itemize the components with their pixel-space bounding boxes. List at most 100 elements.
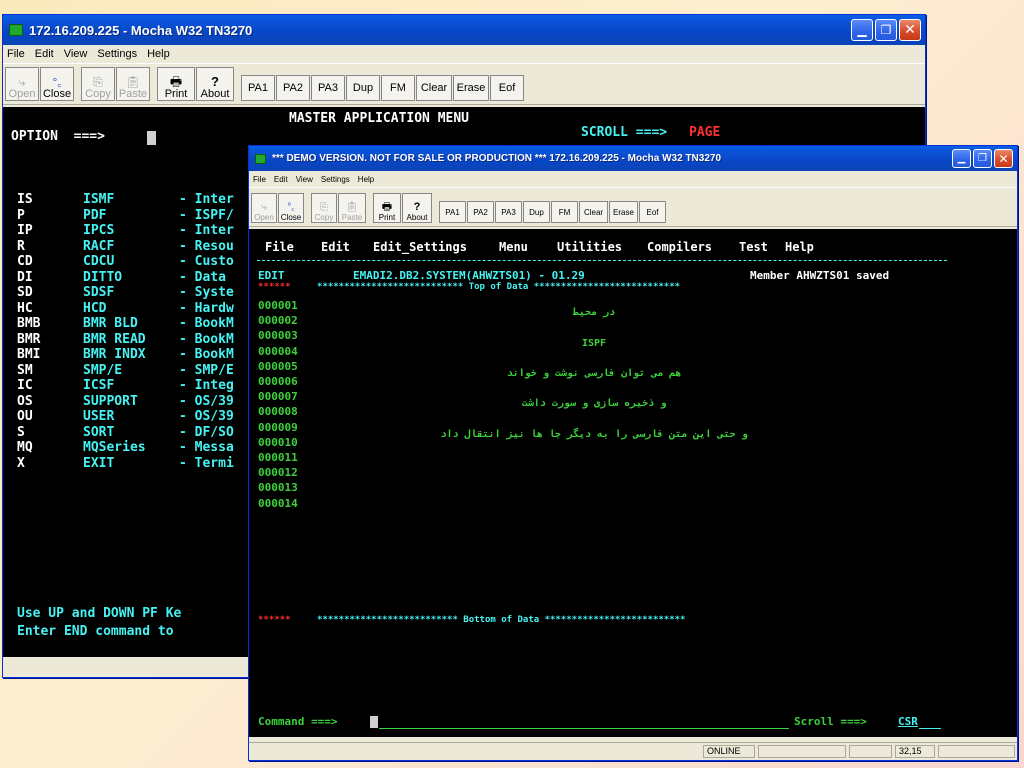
menu-file[interactable]: File: [253, 175, 266, 184]
eof-key[interactable]: Eof: [639, 201, 666, 223]
menu-edit[interactable]: Edit: [274, 175, 288, 184]
pa1-key[interactable]: PA1: [439, 201, 466, 223]
minimize-button[interactable]: ▁: [851, 19, 873, 41]
option-code: IC: [17, 378, 33, 393]
erase-key[interactable]: Erase: [453, 75, 489, 101]
scroll-input-underline: [919, 728, 941, 729]
front-terminal-window[interactable]: *** DEMO VERSION. NOT FOR SALE OR PRODUC…: [248, 145, 1018, 761]
line-number[interactable]: 000002: [258, 314, 298, 327]
menu-edit[interactable]: Edit: [35, 48, 54, 60]
line-number[interactable]: 000011: [258, 451, 298, 464]
line-number[interactable]: 000003: [258, 329, 298, 342]
line-number[interactable]: 000012: [258, 466, 298, 479]
ispf-menu-item[interactable]: Help: [785, 240, 814, 254]
line-number[interactable]: 000010: [258, 436, 298, 449]
option-code: BMR: [17, 331, 41, 347]
about-button[interactable]: ? About: [402, 193, 432, 223]
line-text[interactable]: و حتی این متن فارسی را به دیگر جا ها نیز…: [440, 429, 747, 440]
line-number[interactable]: 000001: [258, 299, 298, 312]
option-cursor[interactable]: [147, 131, 156, 145]
menu-view[interactable]: View: [296, 175, 313, 184]
option-name: ICSF: [83, 378, 115, 393]
minimize-button[interactable]: ▁: [952, 149, 971, 168]
line-number[interactable]: 000005: [258, 360, 298, 373]
option-code: DI: [17, 269, 33, 285]
ispf-menu-item[interactable]: Utilities: [557, 240, 622, 254]
ispf-menu-item[interactable]: Menu: [499, 240, 528, 254]
menu-help[interactable]: Help: [358, 175, 374, 184]
back-scroll-label: SCROLL ===>: [581, 125, 668, 140]
option-description: - DF/SO: [179, 424, 234, 440]
ispf-menu-item[interactable]: File: [265, 240, 294, 254]
open-icon: ⤷: [261, 202, 267, 213]
front-terminal-screen[interactable]: File Edit Edit_Settings Menu Utilities Compil…: [249, 229, 1017, 737]
command-cursor[interactable]: [370, 716, 378, 728]
eof-key[interactable]: Eof: [490, 75, 524, 101]
ispf-menu-item[interactable]: Compilers: [647, 240, 712, 254]
back-footer-line-2: Enter END command to: [17, 624, 174, 639]
fm-key[interactable]: FM: [551, 201, 578, 223]
line-text[interactable]: هم می توان فارسی نوشت و خواند: [507, 368, 682, 379]
pa1-key[interactable]: PA1: [241, 75, 275, 101]
menu-file[interactable]: File: [7, 48, 25, 60]
option-code: OU: [17, 409, 33, 424]
maximize-button[interactable]: ❐: [875, 19, 897, 41]
open-button[interactable]: ⤷ Open: [251, 193, 277, 223]
dup-key[interactable]: Dup: [346, 75, 380, 101]
close-connection-button[interactable]: °꜀ Close: [278, 193, 304, 223]
menu-view[interactable]: View: [64, 48, 88, 60]
pa3-key[interactable]: PA3: [311, 75, 345, 101]
ispf-menu-item[interactable]: Test: [739, 240, 768, 254]
pa2-key[interactable]: PA2: [276, 75, 310, 101]
close-window-button[interactable]: ✕: [994, 149, 1013, 168]
paste-button[interactable]: 📋︎ Paste: [338, 193, 366, 223]
close-window-button[interactable]: ✕: [899, 19, 921, 41]
option-code: P: [17, 207, 25, 223]
line-number[interactable]: 000004: [258, 345, 298, 358]
dup-key[interactable]: Dup: [523, 201, 550, 223]
scroll-label: Scroll ===>: [794, 715, 867, 728]
pa2-key[interactable]: PA2: [467, 201, 494, 223]
menu-settings[interactable]: Settings: [321, 175, 350, 184]
print-button[interactable]: 🖶 Print: [157, 67, 195, 101]
fm-key[interactable]: FM: [381, 75, 415, 101]
back-footer-line-1: Use UP and DOWN PF Ke: [17, 606, 182, 621]
menu-settings[interactable]: Settings: [97, 48, 137, 60]
line-number[interactable]: 000006: [258, 375, 298, 388]
ispf-menu-item[interactable]: Edit_Settings: [373, 240, 467, 254]
about-button[interactable]: ? About: [196, 67, 234, 101]
line-text[interactable]: ISPF: [582, 338, 606, 349]
line-number[interactable]: 000014: [258, 497, 298, 510]
paste-button[interactable]: 📋︎ Paste: [116, 67, 150, 101]
close-connection-button[interactable]: °꜀ Close: [40, 67, 74, 101]
front-window-titlebar[interactable]: *** DEMO VERSION. NOT FOR SALE OR PRODUC…: [249, 146, 1017, 171]
line-text[interactable]: و ذخیره سازی و سورت داشت: [522, 398, 667, 409]
option-code: SD: [17, 285, 33, 300]
copy-button[interactable]: ⎘ Copy: [311, 193, 337, 223]
line-number[interactable]: 000013: [258, 481, 298, 494]
line-text[interactable]: در محیط: [573, 307, 615, 318]
line-number[interactable]: 000008: [258, 405, 298, 418]
back-toolbar: ⤷ Open °꜀ Close ⎘ Copy 📋︎ Paste 🖶 Print ? Abou…: [3, 63, 925, 105]
menu-help[interactable]: Help: [147, 48, 170, 60]
open-button[interactable]: ⤷ Open: [5, 67, 39, 101]
command-input[interactable]: [379, 728, 789, 729]
option-name: ISMF: [83, 192, 115, 207]
print-button[interactable]: 🖶 Print: [373, 193, 401, 223]
line-number[interactable]: 000007: [258, 390, 298, 403]
ispf-menu-item[interactable]: Edit: [321, 240, 350, 254]
copy-button[interactable]: ⎘ Copy: [81, 67, 115, 101]
clear-key[interactable]: Clear: [416, 75, 452, 101]
line-number[interactable]: 000009: [258, 421, 298, 434]
scroll-value[interactable]: CSR: [898, 715, 918, 728]
edit-label: EDIT: [258, 269, 285, 282]
erase-key[interactable]: Erase: [609, 201, 638, 223]
paste-icon: 📋︎: [345, 202, 359, 213]
clear-key[interactable]: Clear: [579, 201, 608, 223]
status-empty-2: [849, 745, 892, 758]
option-name: SORT: [83, 424, 115, 440]
maximize-button[interactable]: ❐: [973, 149, 992, 168]
pa3-key[interactable]: PA3: [495, 201, 522, 223]
top-marker: ******: [258, 282, 291, 292]
back-window-titlebar[interactable]: 172.16.209.225 - Mocha W32 TN3270 ▁ ❐ ✕: [3, 15, 925, 45]
